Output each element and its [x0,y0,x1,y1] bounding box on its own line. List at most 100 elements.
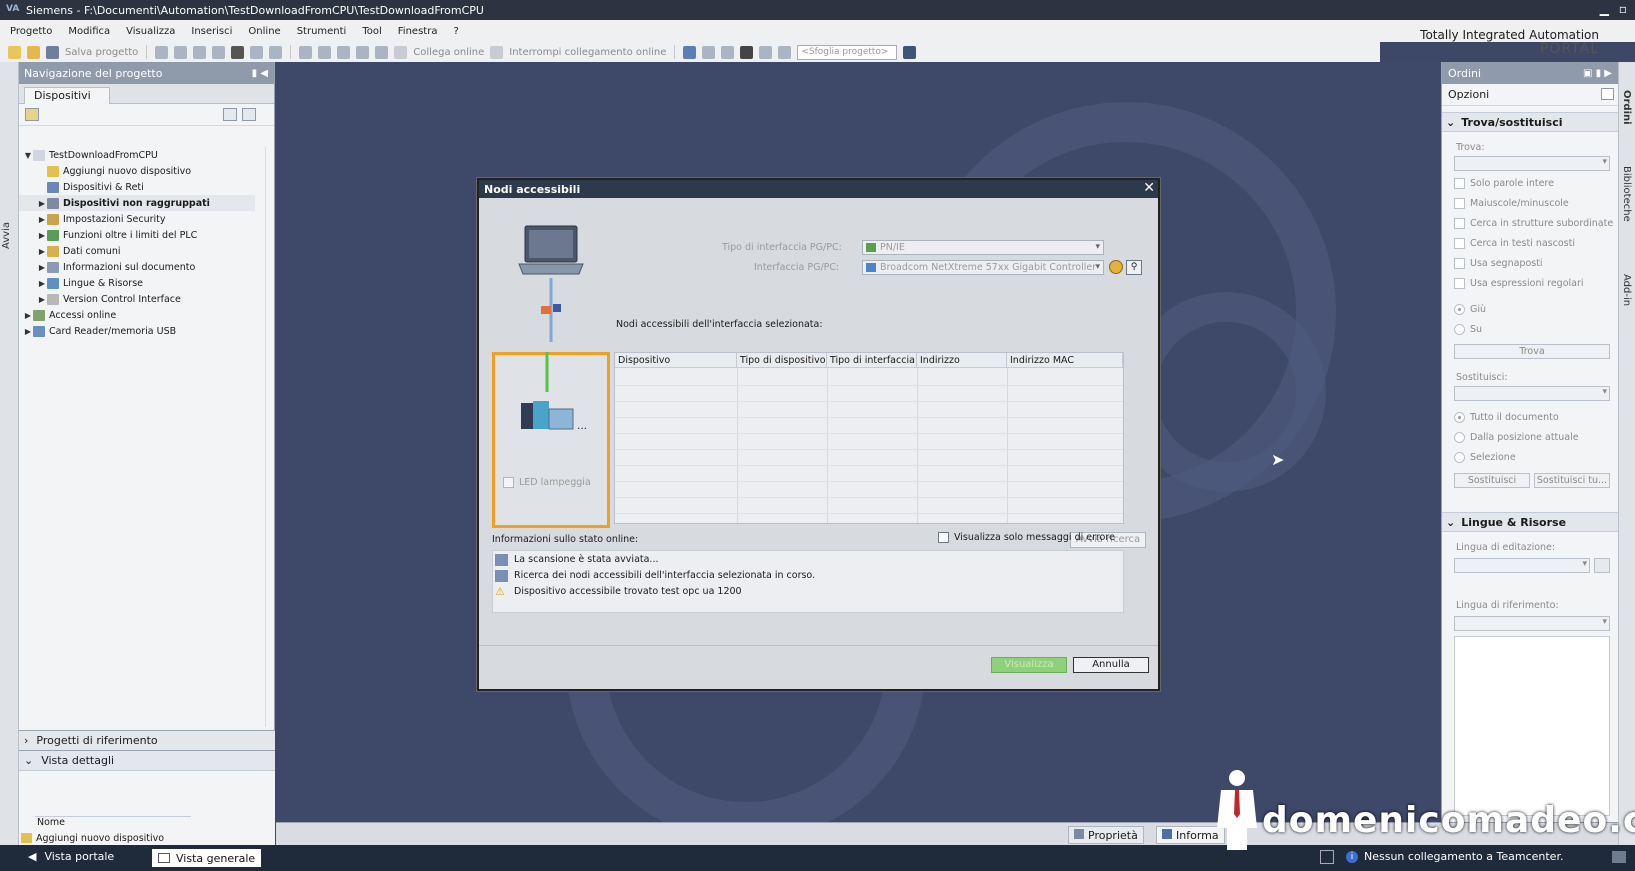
details-row[interactable]: Aggiungi nuovo dispositivo [21,831,164,845]
replace-button[interactable]: Sostituisci [1454,473,1530,488]
led-flash-checkbox-row[interactable]: LED lampeggia [503,477,591,488]
new-project-icon[interactable] [8,45,21,59]
reference-language-combo[interactable] [1454,616,1610,631]
find-replace-section[interactable]: ⌄ Trova/sostituisci [1442,112,1618,132]
split-horizontal-icon[interactable] [759,45,773,59]
close-icon[interactable]: ✕ [1143,180,1155,196]
compile-icon[interactable] [299,45,313,59]
iface-type-combo[interactable]: PN/IE [862,240,1104,255]
menu-modifica[interactable]: Modifica [68,26,110,37]
checkbox[interactable] [1454,258,1465,269]
tree-item[interactable]: ▶ Informazioni sul documento [19,259,255,275]
languages-section[interactable]: ⌄ Lingue & Risorse [1442,512,1618,532]
cancel-button[interactable]: Annulla [1073,657,1149,673]
menu-online[interactable]: Online [248,26,280,37]
minimize-icon[interactable]: ▁ [1600,2,1609,16]
check-hidden-texts[interactable]: Cerca in testi nascosti [1454,238,1575,249]
portal-view-button[interactable]: ◀ Vista portale [28,850,114,863]
radio-button[interactable] [1454,412,1465,423]
tray-icon[interactable] [1612,851,1626,863]
tree-item[interactable]: ▶ Version Control Interface [19,291,255,307]
cross-reference-icon[interactable] [740,45,754,59]
menu-visualizza[interactable]: Visualizza [126,26,175,37]
overview-button[interactable]: Vista generale [152,849,262,867]
sync-icon[interactable] [242,108,256,121]
project-search-input[interactable]: <Sfoglia progetto> [797,44,898,60]
expand-arrow-icon[interactable]: ▶ [37,263,47,272]
expand-arrow-icon[interactable]: ▶ [37,295,47,304]
radio-button[interactable] [1454,432,1465,443]
tab-libraries[interactable]: Biblioteche [1621,166,1632,222]
show-button[interactable]: Visualizza [991,657,1067,673]
find-combo[interactable] [1454,156,1610,171]
menu-tool[interactable]: Tool [362,26,381,37]
paste-icon[interactable] [212,45,226,59]
reference-projects-section[interactable]: › Progetti di riferimento [19,730,275,750]
radio-whole-document[interactable]: Tutto il documento [1454,412,1559,423]
copy-icon[interactable] [193,45,207,59]
led-flash-checkbox[interactable] [503,477,514,488]
maximize-icon[interactable]: ▫ [1619,2,1627,16]
details-name-column[interactable]: Nome [35,816,191,830]
column-address[interactable]: Indirizzo [917,353,1007,368]
collapse-panel-icon[interactable]: ▮ ◀ [252,68,268,79]
tree-item[interactable]: Aggiungi nuovo dispositivo [19,163,255,179]
column-mac-address[interactable]: Indirizzo MAC [1007,353,1123,368]
checkbox[interactable] [1454,238,1465,249]
expand-arrow-icon[interactable]: ▶ [37,215,47,224]
redo-icon[interactable] [269,45,283,59]
checkbox[interactable] [1454,278,1465,289]
check-regex[interactable]: Usa espressioni regolari [1454,278,1584,289]
column-device-type[interactable]: Tipo di dispositivo [737,353,827,368]
device-overview-icon[interactable] [25,108,39,121]
column-device[interactable]: Dispositivo [615,353,737,368]
checkbox[interactable] [1454,178,1465,189]
go-offline-icon[interactable] [490,45,504,59]
go-online-icon[interactable] [394,45,408,59]
go-online-button[interactable]: Collega online [413,47,484,58]
radio-selection[interactable]: Selezione [1454,452,1516,463]
tab-addins[interactable]: Add-in [1621,274,1632,306]
open-project-icon[interactable] [27,45,40,59]
iface-properties-icon[interactable]: ⚲ [1126,260,1142,275]
print-icon[interactable] [155,45,169,59]
cut-icon[interactable] [174,45,188,59]
radio-current-position[interactable]: Dalla posizione attuale [1454,432,1579,443]
stop-cpu-icon[interactable] [721,45,735,59]
check-wildcards[interactable]: Usa segnaposti [1454,258,1543,269]
undo-icon[interactable] [250,45,264,59]
binoculars-icon[interactable] [903,45,917,59]
split-vertical-icon[interactable] [778,45,792,59]
list-view-icon[interactable] [223,108,237,121]
expand-arrow-icon[interactable]: ▶ [23,311,33,320]
edit-language-combo[interactable] [1454,558,1590,573]
panel-controls-icon[interactable]: ▣ ▮ ▶ [1583,68,1612,79]
tree-item[interactable]: ▶ Dispositivi non raggruppati [19,195,255,211]
save-project-button[interactable]: Salva progetto [65,47,138,58]
tree-item[interactable]: ▶ Impostazioni Security [19,211,255,227]
expand-arrow-icon[interactable]: ▼ [23,151,33,160]
diagnostics-icon[interactable] [1320,850,1334,864]
replace-all-button[interactable]: Sostituisci tu... [1534,473,1610,488]
check-whole-words[interactable]: Solo parole intere [1454,178,1554,189]
tree-item[interactable]: ▼ TestDownloadFromCPU [19,147,255,163]
radio-button[interactable] [1454,304,1465,315]
expand-arrow-icon[interactable]: ▶ [23,327,33,336]
delete-icon[interactable] [231,45,245,59]
tab-properties[interactable]: Proprietà [1068,826,1144,844]
menu-progetto[interactable]: Progetto [10,26,52,37]
errors-only-row[interactable]: Visualizza solo messaggi di errore [938,532,1115,543]
start-tab[interactable]: Avvia [1,222,12,249]
expand-arrow-icon[interactable]: ▶ [37,231,47,240]
find-button[interactable]: Trova [1454,344,1610,359]
replace-combo[interactable] [1454,386,1610,401]
tree-item[interactable]: ▶ Card Reader/memoria USB [19,323,255,339]
tree-item[interactable]: ▶ Dati comuni [19,243,255,259]
check-match-case[interactable]: Maiuscole/minuscole [1454,198,1569,209]
simulation-icon[interactable] [356,45,370,59]
upload-icon[interactable] [337,45,351,59]
download-icon[interactable] [318,45,332,59]
checkbox[interactable] [1454,198,1465,209]
tab-tasks[interactable]: Ordini [1621,90,1632,125]
iface-status-icon[interactable] [1109,260,1123,274]
